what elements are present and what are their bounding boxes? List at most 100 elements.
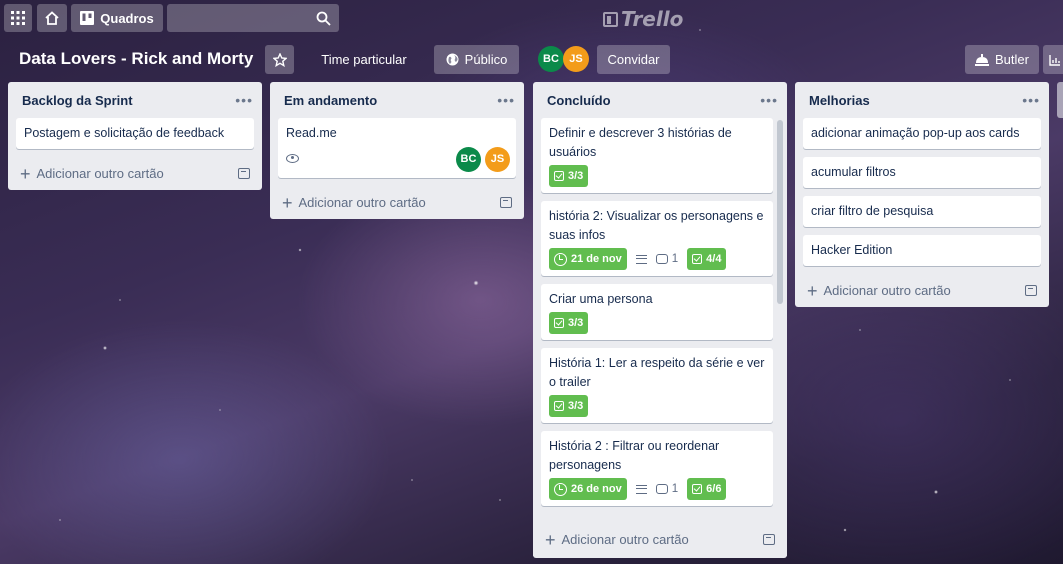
member-avatar[interactable]: BC [538, 46, 564, 72]
add-card-label: Adicionar outro cartão [36, 166, 164, 181]
card[interactable]: História 2 : Filtrar ou reordenar person… [541, 431, 773, 506]
list-title[interactable]: Melhorias [809, 93, 870, 108]
plus-icon: + [20, 163, 31, 184]
search-icon [316, 11, 331, 26]
comment-icon [655, 254, 668, 264]
add-card-button[interactable]: + Adicionar outro cartão [8, 157, 262, 190]
visibility-label: Público [464, 52, 508, 67]
due-date-badge[interactable]: 21 de nov [549, 248, 627, 270]
boards-label: Quadros [100, 10, 154, 26]
list-header: Em andamento ••• [270, 82, 524, 118]
card-title: Read.me [286, 126, 337, 140]
list-scrollbar[interactable] [777, 120, 783, 304]
card[interactable]: Postagem e solicitação de feedback [16, 118, 254, 149]
card[interactable]: História 1: Ler a respeito da série e ve… [541, 348, 773, 423]
checklist-badge: 3/3 [549, 395, 589, 417]
comments-badge: 1 [655, 250, 679, 269]
card[interactable]: Definir e descrever 3 histórias de usuár… [541, 118, 773, 193]
card-member-avatar[interactable]: BC [456, 147, 481, 172]
list-backlog: Backlog da Sprint ••• Postagem e solicit… [8, 82, 262, 190]
card[interactable]: Hacker Edition [803, 235, 1041, 266]
due-date: 26 de nov [571, 482, 622, 495]
clock-icon [554, 482, 567, 496]
checklist-count: 3/3 [568, 399, 584, 412]
checklist-icon [692, 484, 703, 494]
visibility-button[interactable]: Público [434, 45, 519, 74]
due-date-badge[interactable]: 26 de nov [549, 478, 627, 500]
home-icon [45, 11, 59, 25]
card-member-avatar[interactable]: JS [485, 147, 510, 172]
card[interactable]: adicionar animação pop-up aos cards [803, 118, 1041, 149]
trello-logo-text: Trello [621, 7, 684, 31]
list-in-progress: Em andamento ••• Read.me BC JS + Adiciona… [270, 82, 524, 219]
team-button[interactable]: Time particular [298, 45, 430, 74]
watching-eye-icon [286, 153, 299, 163]
checklist-badge: 3/3 [549, 312, 589, 334]
checklist-count: 3/3 [568, 316, 584, 329]
card[interactable]: história 2: Visualizar os personagens e … [541, 201, 773, 276]
invite-label: Convidar [607, 52, 660, 67]
add-card-button[interactable]: + Adicionar outro cartão [270, 186, 524, 219]
list-title[interactable]: Concluído [547, 93, 611, 108]
list-title[interactable]: Backlog da Sprint [22, 93, 133, 108]
search-input[interactable] [167, 4, 339, 32]
template-icon[interactable] [238, 168, 250, 179]
comments-badge: 1 [655, 480, 679, 499]
card-title: história 2: Visualizar os personagens e … [549, 209, 764, 242]
card-title: História 2 : Filtrar ou reordenar person… [549, 439, 720, 472]
checklist-count: 6/6 [706, 482, 722, 495]
card-title: Criar uma persona [549, 292, 653, 306]
trello-logo[interactable]: Trello [603, 7, 683, 31]
list-menu-icon[interactable]: ••• [760, 92, 778, 108]
plus-icon: + [807, 280, 818, 301]
template-icon[interactable] [1025, 285, 1037, 296]
plus-icon: + [282, 192, 293, 213]
list-menu-icon[interactable]: ••• [1022, 92, 1040, 108]
add-list-edge[interactable] [1057, 82, 1063, 118]
comment-icon [655, 484, 668, 494]
list-header: Concluído ••• [533, 82, 787, 118]
star-board-button[interactable] [265, 45, 294, 74]
card[interactable]: acumular filtros [803, 157, 1041, 188]
invite-button[interactable]: Convidar [597, 45, 670, 74]
board-icon [80, 11, 95, 25]
due-date: 21 de nov [571, 252, 622, 265]
card[interactable]: criar filtro de pesquisa [803, 196, 1041, 227]
list-menu-icon[interactable]: ••• [497, 92, 515, 108]
butler-button[interactable]: Butler [965, 45, 1039, 74]
globe-icon [446, 53, 459, 66]
card[interactable]: Criar uma persona 3/3 [541, 284, 773, 340]
board-menu-button[interactable] [1043, 45, 1063, 74]
butler-label: Butler [995, 52, 1029, 67]
checklist-badge: 4/4 [687, 248, 727, 270]
template-icon[interactable] [500, 197, 512, 208]
template-icon[interactable] [763, 534, 775, 545]
chart-icon [1049, 54, 1060, 66]
add-card-button[interactable]: + Adicionar outro cartão [795, 274, 1049, 307]
checklist-count: 3/3 [568, 169, 584, 182]
checklist-icon [554, 171, 564, 181]
card-title: Postagem e solicitação de feedback [24, 126, 225, 140]
butler-bell-icon [975, 53, 990, 66]
add-card-button[interactable]: + Adicionar outro cartão [533, 523, 787, 556]
board-title[interactable]: Data Lovers - Rick and Morty [19, 49, 253, 69]
checklist-badge: 3/3 [549, 165, 589, 187]
list-menu-icon[interactable]: ••• [235, 92, 253, 108]
list-improvements: Melhorias ••• adicionar animação pop-up … [795, 82, 1049, 307]
list-title[interactable]: Em andamento [284, 93, 377, 108]
apps-button[interactable] [4, 4, 32, 32]
card[interactable]: Read.me BC JS [278, 118, 516, 178]
plus-icon: + [545, 529, 556, 550]
comment-count: 1 [671, 482, 679, 495]
list-header: Melhorias ••• [795, 82, 1049, 118]
comment-count: 1 [671, 252, 679, 265]
boards-button[interactable]: Quadros [71, 4, 163, 32]
list-header: Backlog da Sprint ••• [8, 82, 262, 118]
clock-icon [554, 252, 567, 266]
description-icon [635, 484, 647, 494]
checklist-count: 4/4 [706, 252, 722, 265]
home-button[interactable] [37, 4, 67, 32]
top-bar: Quadros Trello [0, 0, 1063, 36]
member-avatar[interactable]: JS [563, 46, 589, 72]
star-icon [272, 52, 287, 67]
